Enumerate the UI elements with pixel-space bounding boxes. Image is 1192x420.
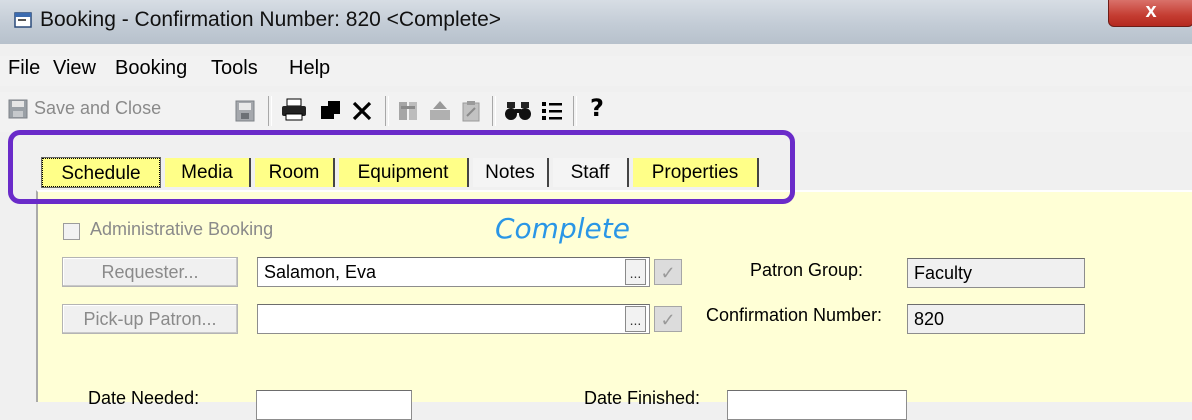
menu-tools[interactable]: Tools	[211, 57, 258, 80]
confirmation-number-label: Confirmation Number:	[706, 305, 883, 325]
move-icon[interactable]	[428, 100, 452, 122]
save-icon	[8, 99, 28, 118]
pickup-patron-button-label: Pick-up Patron...	[83, 309, 217, 329]
title-bar: Booking - Confirmation Number: 820 <Comp…	[0, 0, 1192, 44]
requester-button[interactable]: Requester...	[62, 257, 238, 287]
menu-help[interactable]: Help	[289, 57, 330, 80]
list-icon[interactable]	[541, 100, 563, 122]
administrative-booking-label: Administrative Booking	[90, 219, 274, 239]
find-icon[interactable]	[505, 100, 531, 122]
pickup-patron-button[interactable]: Pick-up Patron...	[62, 304, 238, 334]
help-icon[interactable]: ?	[590, 94, 604, 122]
requester-confirm-check-icon[interactable]: ✓	[654, 259, 682, 285]
date-needed-label: Date Needed:	[88, 388, 200, 408]
print-icon[interactable]	[281, 98, 307, 122]
menu-file[interactable]: File	[8, 57, 40, 80]
date-finished-field[interactable]	[727, 390, 907, 420]
close-button[interactable]: x	[1108, 0, 1192, 27]
window-title: Booking - Confirmation Number: 820 <Comp…	[40, 8, 502, 31]
pickup-patron-field[interactable]	[257, 304, 650, 334]
copy-booking-icon[interactable]	[397, 100, 419, 122]
save-disk-icon[interactable]	[235, 100, 255, 122]
copy-icon[interactable]	[320, 100, 342, 120]
app-window-icon	[14, 12, 32, 28]
patron-group-field: Faculty	[907, 258, 1085, 288]
requester-field[interactable]: Salamon, Eva	[257, 257, 650, 287]
requester-lookup-button[interactable]: ...	[625, 259, 646, 285]
patron-group-label: Patron Group:	[750, 260, 864, 280]
administrative-booking-checkbox[interactable]	[63, 223, 80, 240]
save-and-close-label: Save and Close	[34, 98, 162, 118]
clipboard-icon[interactable]	[461, 100, 481, 122]
confirmation-number-field: 820	[907, 304, 1085, 334]
menu-booking[interactable]: Booking	[115, 57, 187, 80]
pickup-confirm-check-icon[interactable]: ✓	[654, 306, 682, 332]
save-and-close-button[interactable]: Save and Close	[8, 98, 161, 119]
date-needed-field[interactable]	[256, 390, 412, 420]
delete-icon[interactable]	[351, 100, 373, 122]
menu-bar: File View Booking Tools Help	[0, 56, 1192, 86]
requester-button-label: Requester...	[101, 262, 199, 282]
booking-status: Complete	[495, 212, 630, 245]
toolbar: Save and Close ?	[0, 92, 1192, 132]
menu-view[interactable]: View	[53, 57, 96, 80]
date-finished-label: Date Finished:	[584, 388, 701, 408]
tab-highlight-annotation	[8, 130, 795, 204]
pickup-lookup-button[interactable]: ...	[625, 306, 646, 332]
